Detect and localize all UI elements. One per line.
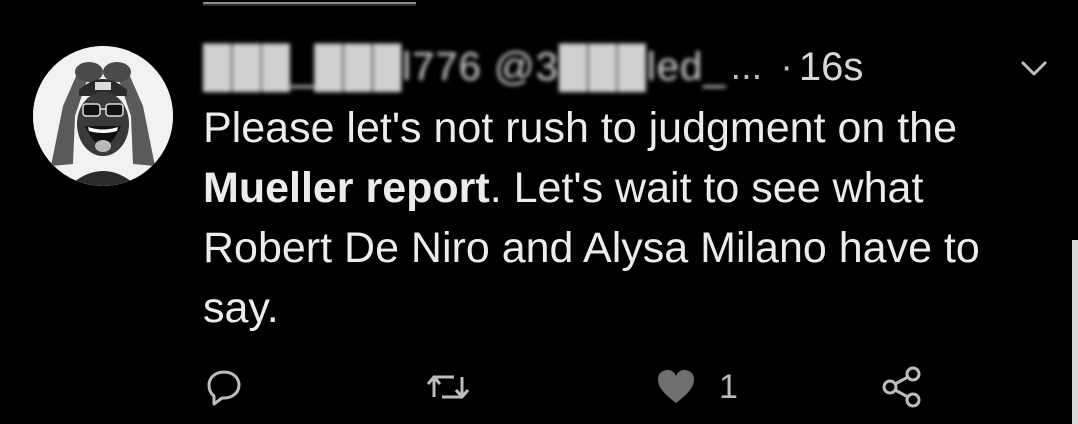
previous-tweet-divider	[203, 0, 416, 8]
author-name-redacted[interactable]: ███_███l776 @3███led_	[203, 45, 727, 90]
tweet-text-bold: Mueller report	[203, 164, 490, 212]
tweet-actions: 1	[0, 360, 1078, 414]
tweet-text-intro: Please let's not rush to judgment on the	[203, 104, 958, 152]
heart-icon	[655, 367, 697, 407]
share-button[interactable]	[880, 360, 924, 414]
share-nodes-icon	[880, 365, 924, 409]
reply-button[interactable]	[204, 360, 244, 414]
chevron-down-icon[interactable]	[1018, 56, 1050, 80]
like-count: 1	[719, 367, 738, 406]
handle-ellipsis: ...	[730, 45, 763, 88]
like-button[interactable]: 1	[655, 360, 738, 414]
avatar[interactable]	[33, 46, 173, 186]
speech-bubble-icon	[204, 367, 244, 407]
tweet-header: ███_███l776 @3███led_ ... · 16s	[203, 42, 863, 92]
separator-dot: ·	[780, 45, 793, 88]
tweet-timestamp[interactable]: 16s	[799, 45, 864, 90]
tweet-body: Please let's not rush to judgment on the…	[203, 98, 1063, 338]
retweet-button[interactable]	[424, 360, 472, 414]
retweet-arrows-icon	[424, 367, 472, 407]
